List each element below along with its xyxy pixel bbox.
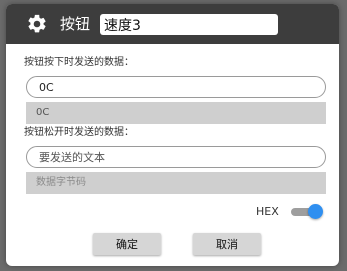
gear-icon: [28, 14, 46, 33]
dialog-title: 按钮: [60, 15, 91, 33]
press-text-input[interactable]: [26, 76, 326, 98]
confirm-button[interactable]: 确定: [93, 233, 161, 255]
hex-toggle-knob: [308, 204, 323, 219]
press-data-label: 按钮按下时发送的数据：: [24, 57, 134, 68]
hex-label: HEX: [256, 205, 279, 218]
release-bytes-field[interactable]: 数据字节码: [26, 172, 326, 194]
press-bytes-field[interactable]: 0C: [26, 102, 326, 124]
button-settings-dialog: 按钮 按钮按下时发送的数据： 0C 按钮松开时发送的数据： 数据字节码 HEX …: [6, 4, 339, 266]
cancel-button[interactable]: 取消: [193, 233, 261, 255]
release-data-label: 按钮松开时发送的数据：: [24, 127, 134, 138]
dialog-header: 按钮: [6, 4, 339, 44]
hex-toggle[interactable]: [291, 204, 323, 220]
button-name-input[interactable]: [100, 14, 278, 35]
release-text-input[interactable]: [26, 146, 326, 168]
